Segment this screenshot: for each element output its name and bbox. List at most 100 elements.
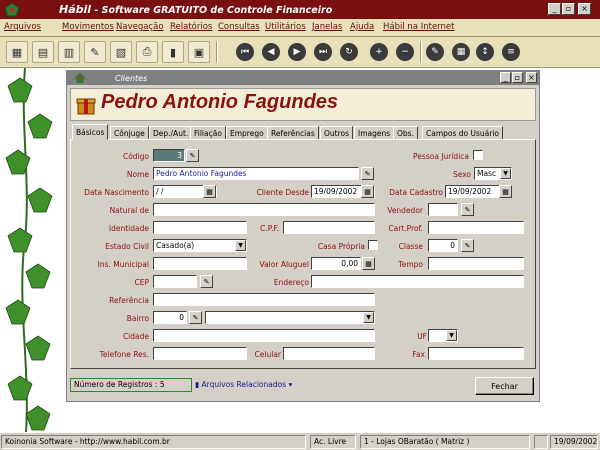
- tools-icon[interactable]: ✎: [84, 41, 106, 63]
- natural-field[interactable]: [153, 203, 375, 216]
- classe-lookup-button[interactable]: ✎: [461, 239, 474, 252]
- bairro-select[interactable]: [205, 311, 375, 324]
- status-store: 1 - Lojas OBaratão ( Matriz ): [360, 435, 530, 449]
- bairro-lookup-button[interactable]: ✎: [189, 311, 202, 324]
- sexo-dropdown-button[interactable]: ▼: [500, 168, 511, 179]
- endereco-field[interactable]: [311, 275, 524, 288]
- telefone-label: Telefone Res.: [99, 350, 149, 359]
- books-icon[interactable]: ▮: [162, 41, 184, 63]
- referencia-label: Referência: [109, 296, 149, 305]
- menu-movimentos[interactable]: Movimentos: [62, 22, 114, 32]
- child-close-button[interactable]: ×: [526, 72, 537, 83]
- menu-consultas[interactable]: Consultas: [218, 22, 260, 32]
- ins-municipal-field[interactable]: [153, 257, 247, 270]
- menu-navegacao[interactable]: Navegação: [116, 22, 164, 32]
- report-icon[interactable]: ≡: [502, 43, 520, 61]
- vendedor-lookup-button[interactable]: ✎: [461, 203, 474, 216]
- tab-outros[interactable]: Outros: [320, 126, 354, 140]
- celular-label: Celular: [254, 350, 281, 359]
- first-record-icon[interactable]: ⏮: [236, 43, 254, 61]
- tab-emprego[interactable]: Emprego: [226, 126, 268, 140]
- box-icon[interactable]: ▣: [188, 41, 210, 63]
- estado-civil-label: Estado Civil: [105, 242, 149, 251]
- nome-field[interactable]: Pedro Antonio Fagundes: [153, 167, 359, 180]
- uf-dropdown-button[interactable]: ▼: [446, 330, 457, 341]
- estado-civil-dropdown-button[interactable]: ▼: [235, 240, 246, 251]
- cep-label: CEP: [134, 278, 150, 287]
- folder-icon: ▮: [195, 380, 200, 389]
- menu-habil-internet[interactable]: Hábil na Internet: [383, 22, 454, 32]
- fax-field[interactable]: [428, 347, 524, 360]
- referencia-field[interactable]: [153, 293, 375, 306]
- cep-field[interactable]: [153, 275, 197, 288]
- tab-basicos[interactable]: Básicos: [72, 124, 109, 140]
- child-maximize-button[interactable]: ▫: [512, 72, 523, 83]
- tempo-label: Tempo: [398, 260, 423, 269]
- menu-janelas[interactable]: Janelas: [312, 22, 342, 32]
- ins-municipal-label: Ins. Municipal: [97, 260, 149, 269]
- tab-filiacao[interactable]: Filiação: [190, 126, 226, 140]
- cards-icon[interactable]: ▥: [58, 41, 80, 63]
- minimize-button[interactable]: _: [548, 3, 561, 15]
- menu-relatorios[interactable]: Relatórios: [170, 22, 212, 32]
- codigo-lookup-button[interactable]: ✎: [186, 149, 199, 162]
- tab-dep-aut[interactable]: Dep./Aut.: [149, 126, 193, 140]
- sort-icon[interactable]: ↕: [476, 43, 494, 61]
- identidade-field[interactable]: [153, 221, 247, 234]
- refresh-icon[interactable]: ↻: [340, 43, 358, 61]
- fax-label: Fax: [412, 350, 425, 359]
- cpf-field[interactable]: [283, 221, 375, 234]
- documents-icon[interactable]: ▧: [110, 41, 132, 63]
- add-record-icon[interactable]: +: [370, 43, 388, 61]
- celular-field[interactable]: [283, 347, 375, 360]
- menu-ajuda[interactable]: Ajuda: [350, 22, 374, 32]
- bairro-code-field[interactable]: 0: [153, 311, 187, 324]
- toolbar-separator: [216, 41, 218, 63]
- close-window-button[interactable]: Fechar: [475, 377, 534, 395]
- casa-propria-checkbox[interactable]: [368, 240, 378, 250]
- next-record-icon[interactable]: ▶: [288, 43, 306, 61]
- status-bar: Koinonia Software - http://www.habil.com…: [0, 432, 600, 450]
- close-button[interactable]: ×: [578, 3, 591, 15]
- menu-arquivos[interactable]: Arquivos: [4, 22, 41, 32]
- tab-campos-usuario[interactable]: Campos do Usuário: [422, 126, 504, 140]
- edit-icon[interactable]: ✎: [426, 43, 444, 61]
- menu-bar: Arquivos Movimentos Navegação Relatórios…: [0, 19, 600, 37]
- cliente-desde-calendar-icon[interactable]: ▦: [361, 185, 374, 198]
- valor-aluguel-field[interactable]: 0,00: [311, 257, 361, 270]
- cash-register-icon[interactable]: ▦: [6, 41, 28, 63]
- remove-record-icon[interactable]: −: [396, 43, 414, 61]
- tempo-field[interactable]: [428, 257, 524, 270]
- related-files-link[interactable]: ▮ Arquivos Relacionados ▾: [195, 378, 292, 392]
- toolbar: ▦ ▤ ▥ ✎ ▧ ⎙ ▮ ▣ ⏮ ◀ ▶ ⏭ ↻ + − ✎ ▦ ↕ ≡: [0, 37, 600, 68]
- menu-utilitarios[interactable]: Utilitários: [265, 22, 306, 32]
- nome-lookup-button[interactable]: ✎: [361, 167, 374, 180]
- status-mode: Ac. Livre: [310, 435, 356, 449]
- calculator-icon[interactable]: ▤: [32, 41, 54, 63]
- cep-lookup-button[interactable]: ✎: [200, 275, 213, 288]
- valor-aluguel-calculator-icon[interactable]: ▦: [362, 257, 375, 270]
- tab-imagens[interactable]: Imagens: [354, 126, 395, 140]
- child-minimize-button[interactable]: _: [500, 72, 511, 83]
- printer-icon[interactable]: ⎙: [136, 41, 158, 63]
- maximize-button[interactable]: ▫: [562, 3, 575, 15]
- vendedor-field[interactable]: [428, 203, 458, 216]
- previous-record-icon[interactable]: ◀: [262, 43, 280, 61]
- window-ivy-icon: [75, 73, 85, 83]
- status-company: Koinonia Software - http://www.habil.com…: [1, 435, 306, 449]
- tab-obs[interactable]: Obs.: [393, 126, 418, 140]
- data-cadastro-calendar-icon[interactable]: ▦: [499, 185, 512, 198]
- classe-field[interactable]: 0: [428, 239, 458, 252]
- pessoa-juridica-checkbox[interactable]: [473, 150, 483, 160]
- tab-referencias[interactable]: Referências: [267, 126, 319, 140]
- grid-icon[interactable]: ▦: [452, 43, 470, 61]
- data-nascimento-calendar-icon[interactable]: ▦: [203, 185, 216, 198]
- estado-civil-select[interactable]: Casado(a): [153, 239, 247, 252]
- cidade-field[interactable]: [153, 329, 375, 342]
- codigo-field[interactable]: 3: [153, 149, 185, 162]
- bairro-dropdown-button[interactable]: ▼: [363, 312, 374, 323]
- tab-conjuge[interactable]: Cônjuge: [110, 126, 149, 140]
- cart-prof-field[interactable]: [428, 221, 524, 234]
- telefone-field[interactable]: [153, 347, 247, 360]
- last-record-icon[interactable]: ⏭: [314, 43, 332, 61]
